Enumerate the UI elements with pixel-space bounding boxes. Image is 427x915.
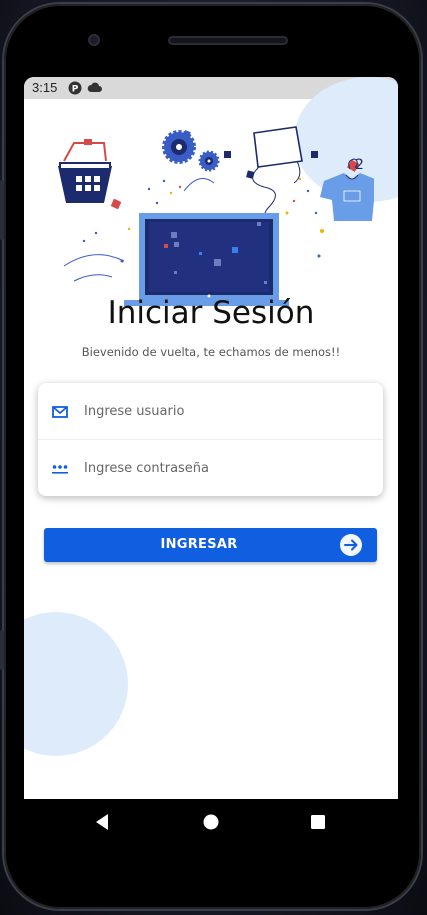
shopping-bag-icon: [252, 126, 303, 222]
decorative-blob-bottom: [24, 612, 128, 756]
home-icon[interactable]: [202, 813, 220, 835]
app-screen: 3:15 P 2 Iniciar Sesión Bievenido de vue…: [24, 77, 398, 799]
login-button-label: INGRESAR: [160, 537, 238, 552]
laptop-icon: [124, 213, 289, 306]
notification-p-icon: P: [68, 81, 82, 99]
svg-text:P: P: [72, 85, 79, 95]
power-button: [0, 630, 4, 670]
front-camera: [88, 34, 100, 46]
gear-icon: [162, 130, 220, 172]
page-title: Iniciar Sesión: [107, 295, 315, 331]
earpiece-speaker: [168, 36, 288, 45]
login-button[interactable]: INGRESAR: [44, 528, 377, 562]
password-input[interactable]: [82, 459, 366, 477]
arrow-right-icon: [340, 534, 362, 556]
device-background: 3:15 P 2 Iniciar Sesión Bievenido de vue…: [0, 0, 427, 915]
navigation-bar: [24, 799, 398, 845]
t-shirt-icon: 2: [320, 157, 374, 221]
password-dots-icon: [52, 461, 68, 475]
password-field: [38, 440, 383, 496]
cloud-icon: [87, 82, 102, 97]
username-input[interactable]: [82, 402, 366, 420]
login-form-card: [38, 383, 383, 496]
shopping-illustration: 2: [58, 126, 374, 306]
volume-button: [0, 180, 4, 240]
page-subtitle: Bievenido de vuelta, te echamos de menos…: [81, 345, 341, 359]
email-icon: [52, 404, 68, 418]
username-field: [38, 383, 383, 439]
svg-text:2: 2: [355, 157, 364, 173]
status-time: 3:15: [32, 80, 58, 95]
shopping-basket-icon: [58, 139, 112, 203]
back-icon[interactable]: [94, 813, 110, 835]
recents-icon[interactable]: [310, 814, 326, 834]
